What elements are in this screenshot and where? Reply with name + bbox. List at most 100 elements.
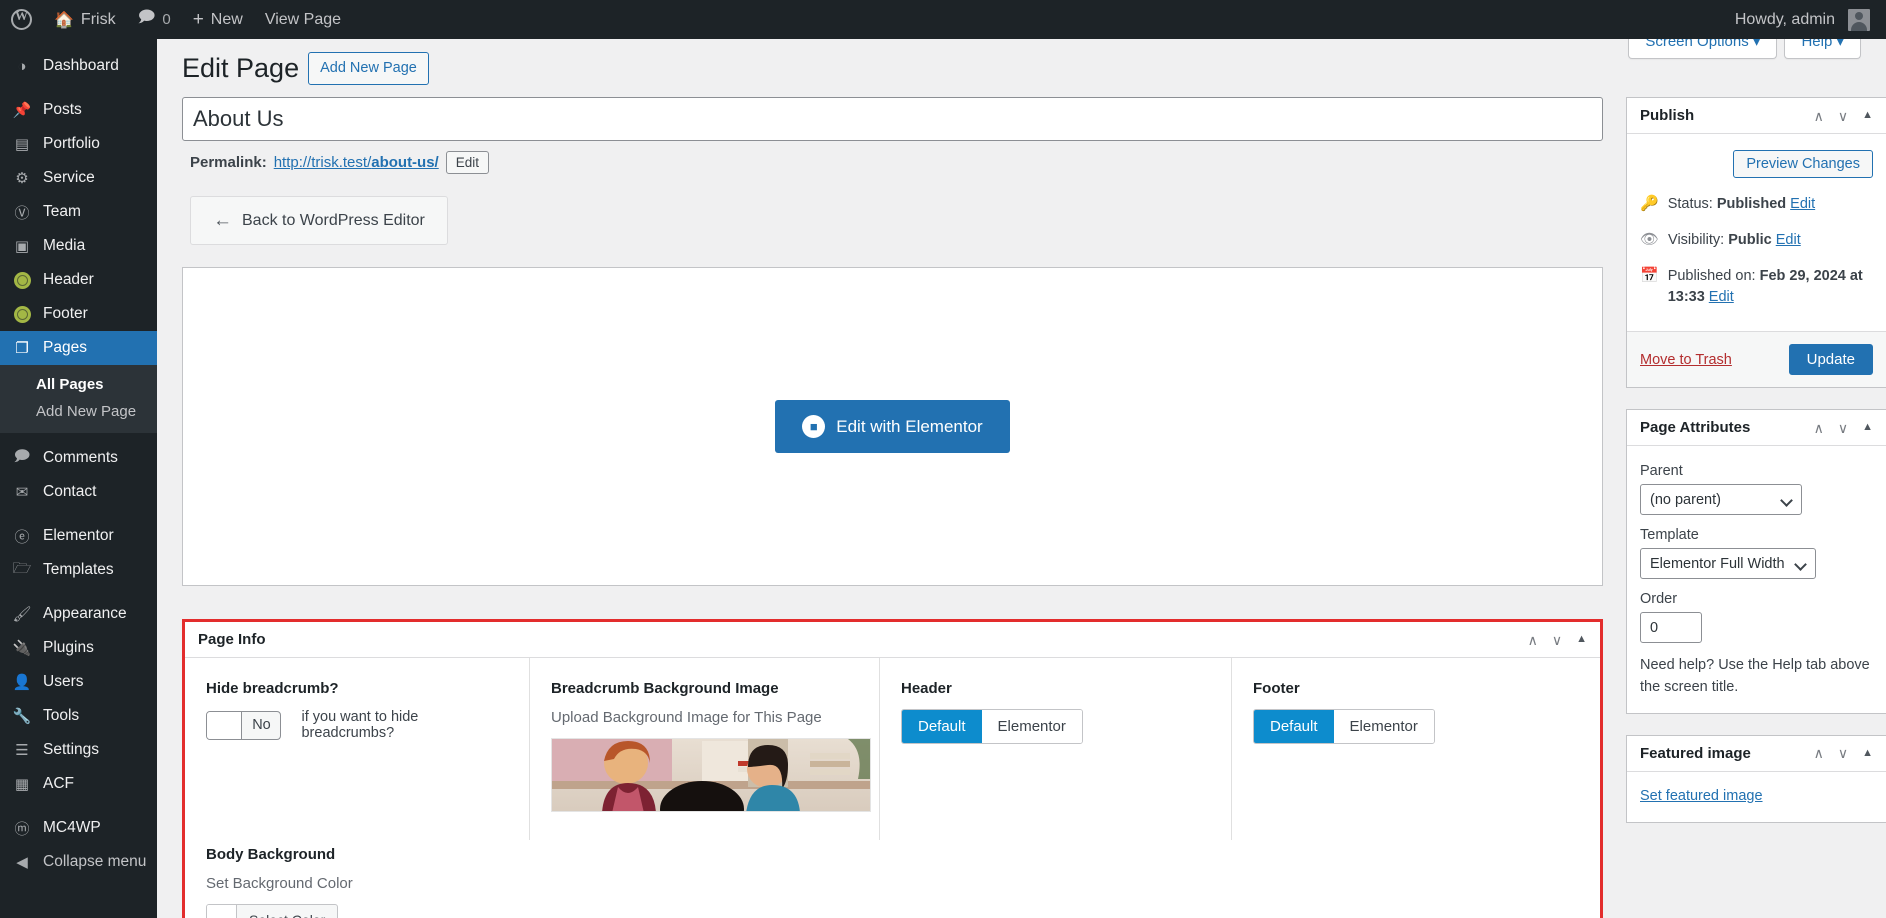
back-to-wordpress-editor-button[interactable]: ← Back to WordPress Editor: [190, 196, 448, 245]
sidebar-item-users[interactable]: 👤 Users: [0, 665, 157, 699]
post-title-input[interactable]: [182, 97, 1603, 141]
toggle-panel-icon[interactable]: ▲: [1862, 748, 1873, 759]
my-account-menu[interactable]: Howdy, admin: [1724, 0, 1886, 39]
sidebar-item-settings[interactable]: ☰ Settings: [0, 733, 157, 767]
sidebar-item-portfolio[interactable]: ▤ Portfolio: [0, 127, 157, 161]
update-button[interactable]: Update: [1789, 344, 1873, 375]
color-swatch: [207, 905, 237, 918]
menu-gap: [0, 509, 157, 519]
view-page-link[interactable]: View Page: [254, 0, 352, 39]
permalink-row: Permalink: http://trisk.test/about-us/ E…: [182, 141, 1603, 174]
sidebar-item-templates[interactable]: 🗁 Templates: [0, 553, 157, 587]
template-select[interactable]: Elementor Full Width: [1640, 548, 1816, 579]
sidebar-item-team[interactable]: Ⓥ Team: [0, 195, 157, 229]
post-body-content: Permalink: http://trisk.test/about-us/ E…: [182, 97, 1603, 918]
sidebar-item-label: Users: [43, 673, 83, 691]
move-up-icon[interactable]: ∧: [1814, 421, 1824, 435]
post-editor-layout: Permalink: http://trisk.test/about-us/ E…: [157, 86, 1886, 918]
sidebar-item-footer[interactable]: Footer: [0, 297, 157, 331]
move-down-icon[interactable]: ∨: [1552, 633, 1562, 647]
header-option-elementor[interactable]: Elementor: [982, 710, 1082, 743]
sidebar-item-label: Media: [43, 237, 85, 255]
toggle-panel-icon[interactable]: ▲: [1862, 422, 1873, 433]
toggle-knob: [207, 712, 242, 739]
edit-status-link[interactable]: Edit: [1790, 196, 1815, 212]
sidebar-item-comments[interactable]: 🗩 Comments: [0, 441, 157, 475]
screen-options-tab[interactable]: Screen Options ▾: [1628, 39, 1777, 59]
sidebar-item-label: Comments: [43, 449, 118, 467]
permalink-slug: about-us/: [371, 154, 439, 171]
move-down-icon[interactable]: ∨: [1838, 746, 1848, 760]
sidebar-item-acf[interactable]: ▦ ACF: [0, 767, 157, 801]
comments-menu[interactable]: 🗩 0: [127, 0, 182, 39]
header-option-default[interactable]: Default: [902, 710, 982, 743]
status-label: Status:: [1668, 196, 1713, 212]
move-to-trash-link[interactable]: Move to Trash: [1640, 352, 1732, 368]
wrench-icon: 🔧: [12, 706, 32, 726]
move-down-icon[interactable]: ∨: [1838, 109, 1848, 123]
sliders-icon: ☰: [12, 740, 32, 760]
admin-bar: 🏠 Frisk 🗩 0 + New View Page Howdy, admin: [0, 0, 1886, 39]
sidebar-subitem-all-pages[interactable]: All Pages: [0, 371, 157, 398]
set-featured-image-link[interactable]: Set featured image: [1640, 785, 1873, 822]
wordpress-logo-icon: [11, 9, 32, 30]
select-color-button[interactable]: Select Color: [206, 904, 338, 918]
sidebar-item-appearance[interactable]: 🖌 Appearance: [0, 597, 157, 631]
move-up-icon[interactable]: ∧: [1528, 633, 1538, 647]
breadcrumb-background-field: Breadcrumb Background Image Upload Backg…: [530, 658, 880, 840]
elementor-badge-icon: ■: [802, 415, 825, 438]
move-down-icon[interactable]: ∨: [1838, 421, 1848, 435]
sidebar-item-mc4wp[interactable]: ⓜ MC4WP: [0, 811, 157, 845]
order-input[interactable]: [1640, 612, 1702, 643]
site-name-menu[interactable]: 🏠 Frisk: [43, 0, 127, 39]
edit-date-link[interactable]: Edit: [1709, 289, 1734, 305]
preview-changes-button[interactable]: Preview Changes: [1733, 150, 1873, 178]
sidebar-item-posts[interactable]: 📌 Posts: [0, 93, 157, 127]
sidebar-item-label: Tools: [43, 707, 79, 725]
toggle-panel-icon[interactable]: ▲: [1576, 634, 1587, 645]
wp-logo-menu[interactable]: [0, 0, 43, 39]
move-up-icon[interactable]: ∧: [1814, 746, 1824, 760]
folder-icon: 🗁: [12, 560, 32, 580]
add-new-page-button[interactable]: Add New Page: [308, 52, 429, 86]
sidebar-item-label: Team: [43, 203, 81, 221]
view-page-label: View Page: [265, 11, 341, 29]
edit-permalink-button[interactable]: Edit: [446, 151, 489, 174]
page-attributes-handle-actions: ∧ ∨ ▲: [1814, 421, 1873, 435]
permalink-url[interactable]: http://trisk.test/about-us/: [274, 154, 439, 171]
hide-breadcrumb-hint: if you want to hide breadcrumbs?: [301, 709, 508, 741]
help-tab[interactable]: Help ▾: [1784, 39, 1861, 59]
body-background-field: Body Background Set Background Color Sel…: [185, 840, 1600, 918]
sidebar-item-plugins[interactable]: 🔌 Plugins: [0, 631, 157, 665]
breadcrumb-bg-thumbnail[interactable]: [551, 738, 871, 812]
edit-with-elementor-button[interactable]: ■ Edit with Elementor: [775, 400, 1009, 453]
move-up-icon[interactable]: ∧: [1814, 109, 1824, 123]
sidebar-item-header[interactable]: Header: [0, 263, 157, 297]
comment-count: 0: [162, 11, 170, 28]
edit-visibility-link[interactable]: Edit: [1776, 232, 1801, 248]
collapse-menu-button[interactable]: ◀ Collapse menu: [0, 845, 157, 879]
footer-option-default[interactable]: Default: [1254, 710, 1334, 743]
sidebar-subitem-add-new-page[interactable]: Add New Page: [0, 398, 157, 425]
header-field-label: Header: [901, 680, 1210, 697]
new-label: New: [211, 11, 243, 29]
sidebar-item-elementor[interactable]: ⓔ Elementor: [0, 519, 157, 553]
sidebar-item-dashboard[interactable]: ◑ Dashboard: [0, 49, 157, 83]
sidebar-item-tools[interactable]: 🔧 Tools: [0, 699, 157, 733]
status-value: Published: [1717, 196, 1786, 212]
postbox-container-side: Publish ∧ ∨ ▲ Preview Changes 🔑 Statu: [1626, 97, 1886, 918]
new-content-menu[interactable]: + New: [182, 0, 254, 39]
mc4wp-icon: ⓜ: [12, 818, 32, 838]
sidebar-item-contact[interactable]: ✉ Contact: [0, 475, 157, 509]
sidebar-item-pages[interactable]: ❐ Pages: [0, 331, 157, 365]
toggle-panel-icon[interactable]: ▲: [1862, 110, 1873, 121]
permalink-label: Permalink:: [190, 154, 267, 171]
footer-option-elementor[interactable]: Elementor: [1334, 710, 1434, 743]
publish-metabox: Publish ∧ ∨ ▲ Preview Changes 🔑 Statu: [1626, 97, 1886, 388]
template-selected-value: Elementor Full Width: [1641, 549, 1815, 579]
hide-breadcrumb-toggle[interactable]: No: [206, 711, 281, 740]
sidebar-item-media[interactable]: ▣ Media: [0, 229, 157, 263]
sidebar-item-service[interactable]: ⚙ Service: [0, 161, 157, 195]
sidebar-submenu-pages: All Pages Add New Page: [0, 365, 157, 433]
parent-select[interactable]: (no parent): [1640, 484, 1802, 515]
